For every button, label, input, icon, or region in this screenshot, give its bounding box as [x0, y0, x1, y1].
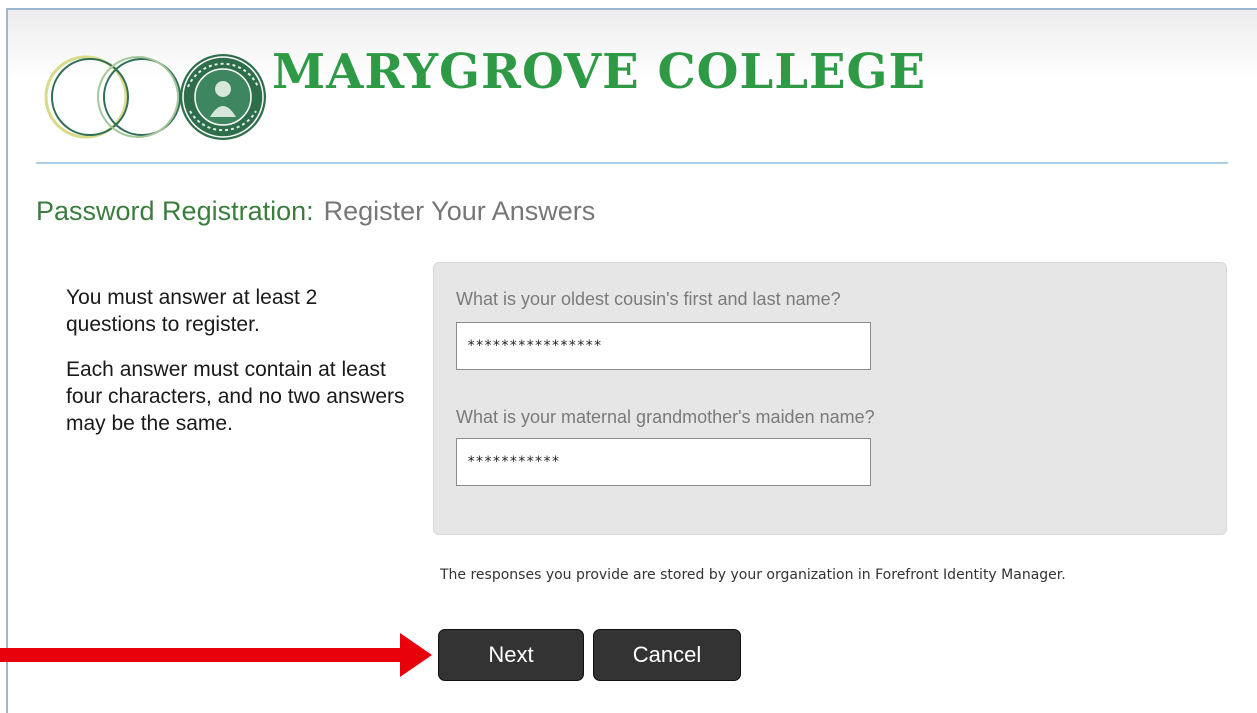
next-button[interactable]: Next: [438, 629, 584, 681]
storage-note: The responses you provide are stored by …: [440, 567, 1066, 583]
college-seal-icon: [180, 54, 266, 140]
question-label-1: What is your oldest cousin's first and l…: [456, 289, 841, 309]
college-logo: [38, 45, 268, 159]
page-title-sub: Register Your Answers: [323, 196, 596, 226]
answer-input-1[interactable]: [456, 322, 871, 370]
questions-panel: What is your oldest cousin's first and l…: [433, 262, 1227, 535]
cancel-button[interactable]: Cancel: [593, 629, 741, 681]
instruction-min-answers: You must answer at least 2 questions to …: [66, 286, 318, 336]
red-arrow-icon: [0, 633, 432, 681]
instruction-answer-rules: Each answer must contain at least four c…: [66, 358, 405, 435]
answer-input-2[interactable]: [456, 438, 871, 486]
interlocking-rings-icon: [44, 55, 181, 139]
header-divider: [36, 162, 1228, 164]
instructions: You must answer at least 2 questions to …: [66, 284, 406, 455]
college-name: MARYGROVE COLLEGE: [272, 44, 927, 100]
page-title: Password Registration: Register Your Answ…: [36, 196, 595, 227]
page-title-main: Password Registration:: [36, 196, 314, 226]
question-label-2: What is your maternal grandmother's maid…: [456, 407, 875, 427]
